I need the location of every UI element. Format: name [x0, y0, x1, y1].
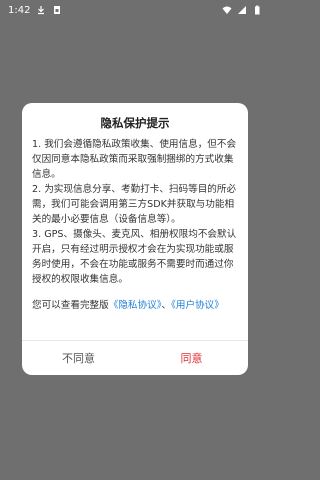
wifi-icon [222, 5, 232, 15]
agree-button[interactable]: 同意 [135, 341, 248, 375]
disagree-button[interactable]: 不同意 [22, 341, 135, 375]
status-bar: 1:42 [0, 0, 270, 20]
battery-icon [252, 5, 262, 15]
dialog-title: 隐私保护提示 [100, 116, 170, 130]
status-time: 1:42 [8, 4, 31, 16]
user-agreement-link[interactable]: 《用户协议》 [171, 300, 224, 311]
agreement-separator: 、 [161, 300, 172, 311]
sim-icon [52, 5, 62, 15]
policy-paragraph-3: 3. GPS、摄像头、麦克风、相册权限均不会默认开启，只有经过明示授权才会在为实… [32, 229, 237, 285]
agreement-prefix: 您可以查看完整版 [32, 300, 109, 311]
download-icon [36, 5, 46, 15]
status-left: 1:42 [8, 5, 62, 16]
dialog-actions: 不同意 同意 [22, 341, 248, 375]
status-right [222, 5, 262, 15]
dialog-body: 1. 我们会遵循隐私政策收集、使用信息，但不会仅因同意本隐私政策而采取强制捆绑的… [22, 137, 248, 287]
privacy-dialog: 隐私保护提示 1. 我们会遵循隐私政策收集、使用信息，但不会仅因同意本隐私政策而… [22, 103, 248, 375]
signal-icon [237, 5, 247, 15]
privacy-agreement-link[interactable]: 《隐私协议》 [109, 300, 162, 311]
policy-paragraph-2: 2. 为实现信息分享、考勤打卡、扫码等目的所必需，我们可能会调用第三方SDK并获… [32, 184, 237, 225]
agreement-line: 您可以查看完整版《隐私协议》、《用户协议》 [22, 299, 248, 313]
policy-paragraph-1: 1. 我们会遵循隐私政策收集、使用信息，但不会仅因同意本隐私政策而采取强制捆绑的… [32, 139, 237, 180]
